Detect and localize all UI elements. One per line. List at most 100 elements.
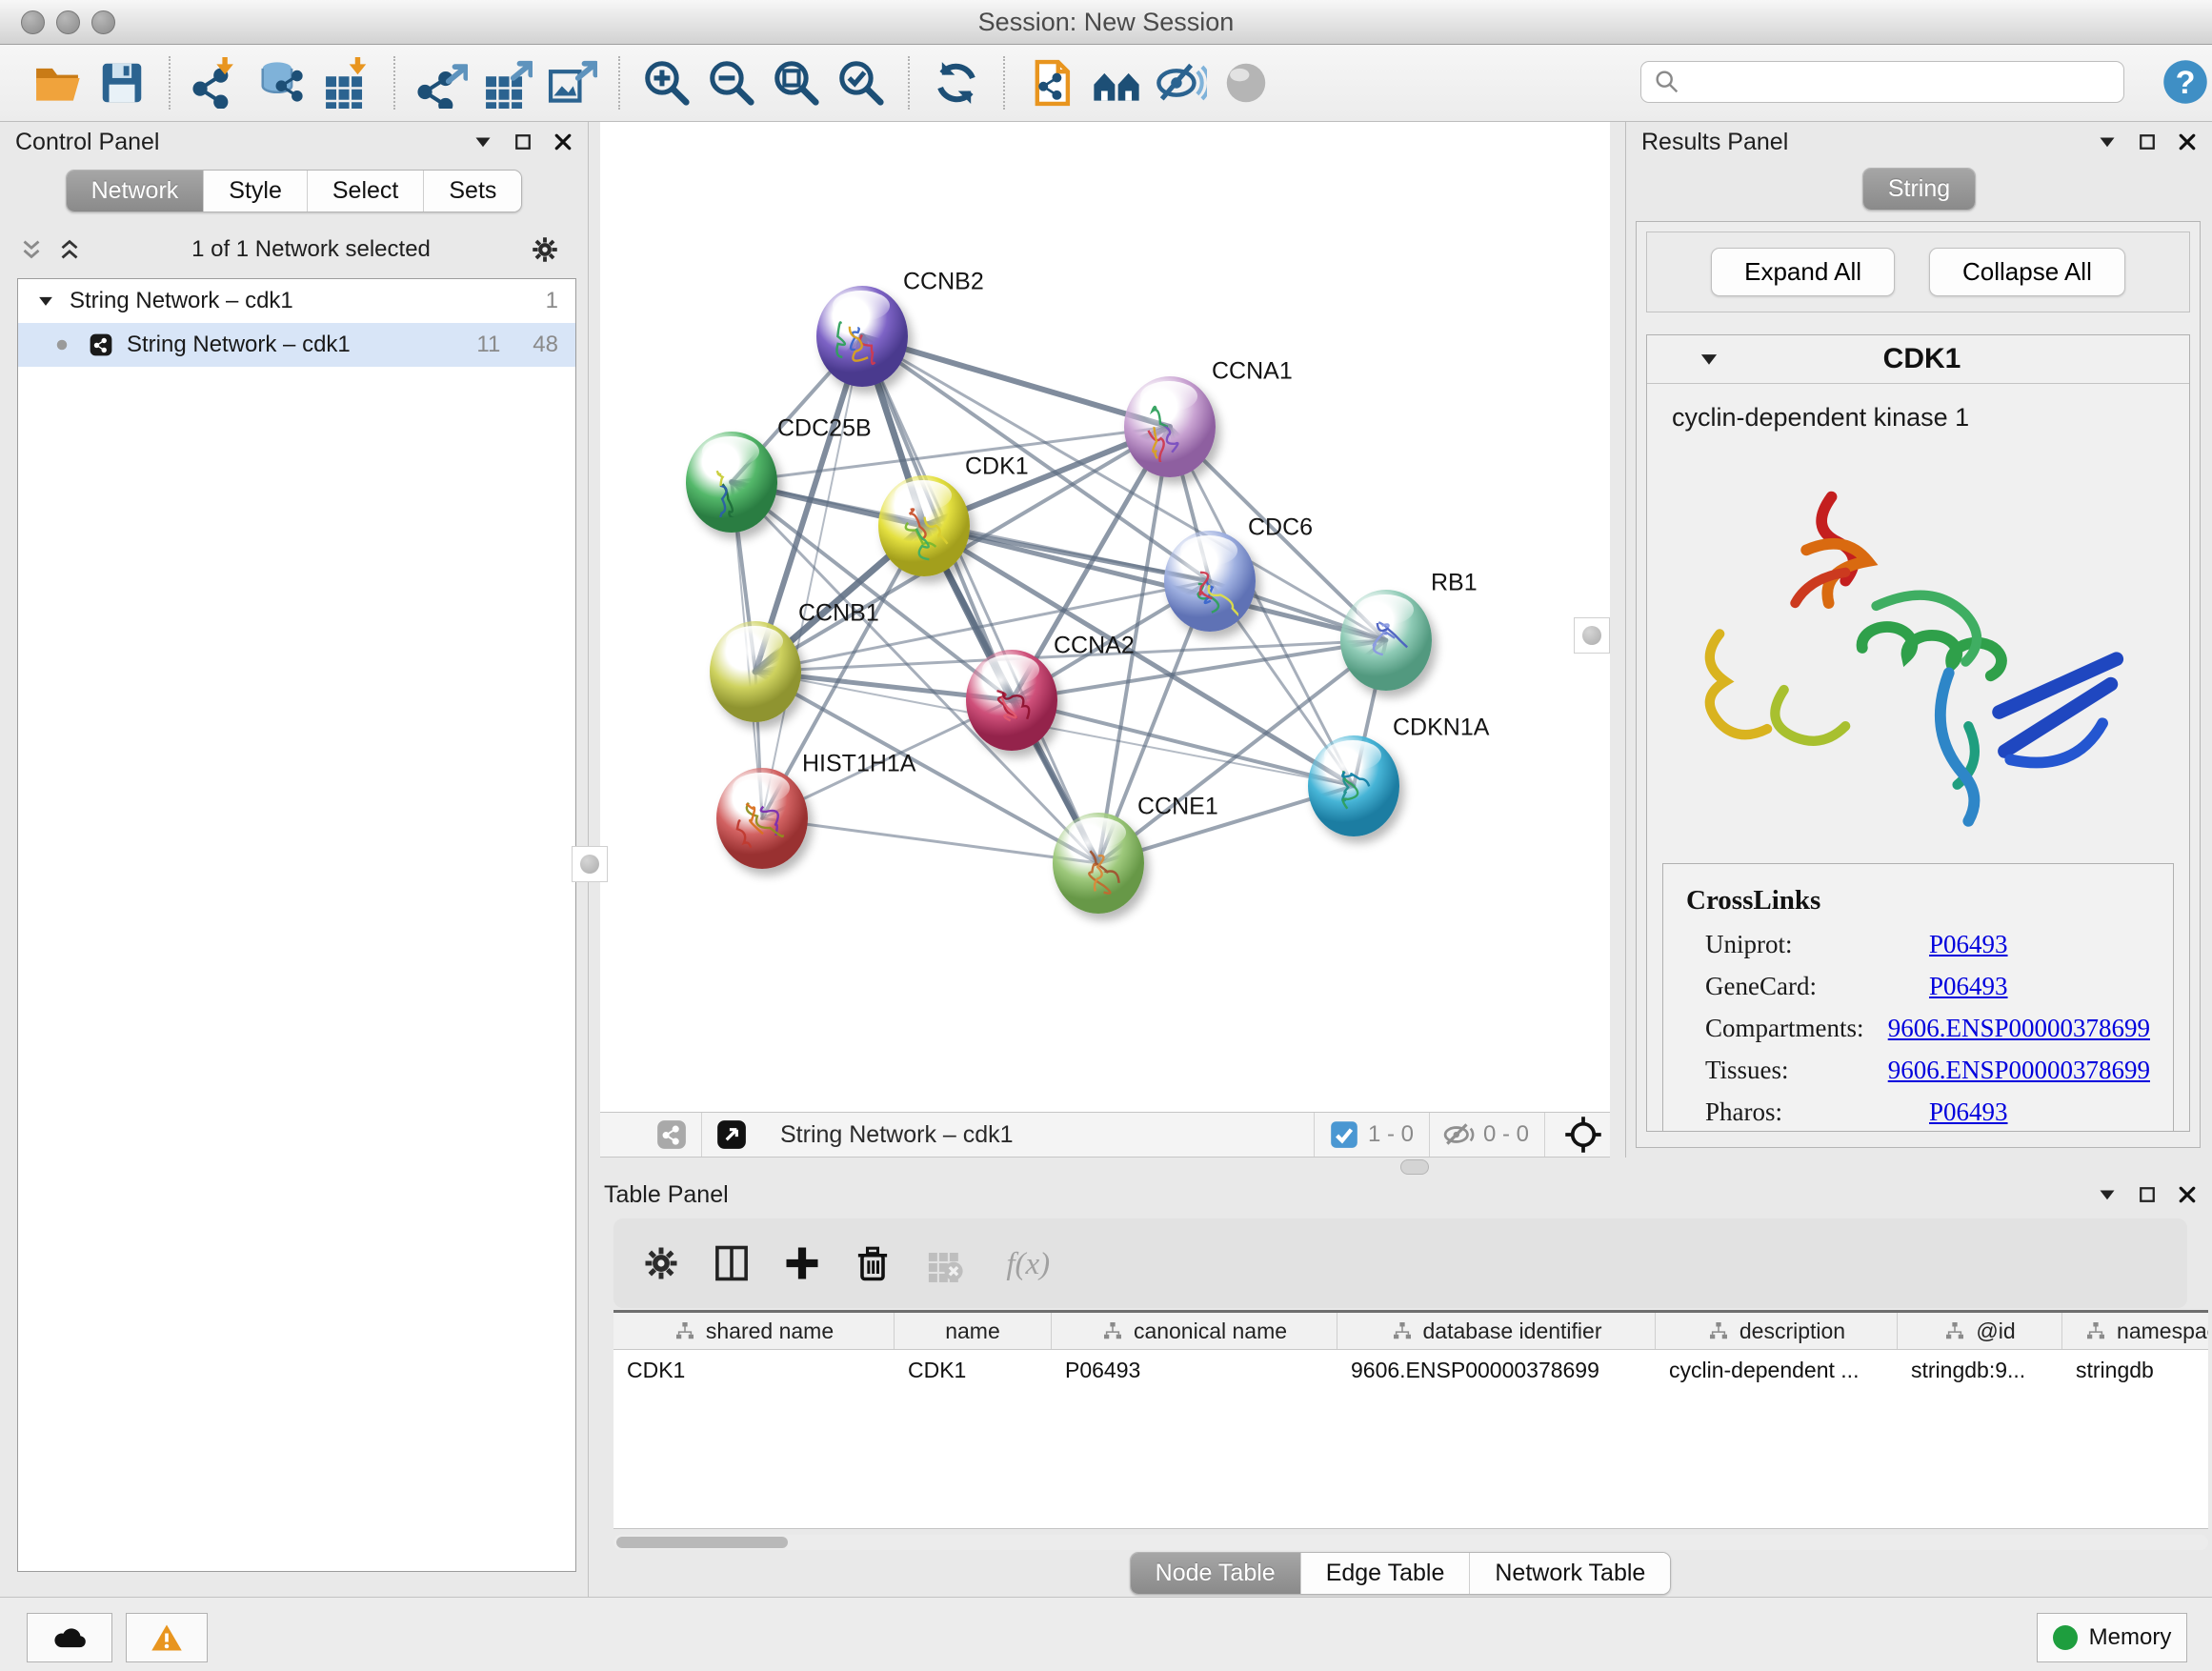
table-panel-float-icon[interactable] bbox=[2136, 1183, 2159, 1206]
close-window-button[interactable] bbox=[21, 10, 45, 34]
neighbors-icon[interactable] bbox=[1091, 57, 1142, 109]
grid-icon[interactable] bbox=[608, 1118, 640, 1151]
zoom-fit-icon[interactable] bbox=[771, 57, 822, 109]
control-panel-title: Control Panel bbox=[15, 129, 159, 156]
control-panel-tab-sets[interactable]: Sets bbox=[423, 171, 521, 211]
network-node-cdc25b[interactable] bbox=[686, 432, 777, 533]
export-table-icon[interactable] bbox=[481, 57, 533, 109]
eye-slash-icon bbox=[1443, 1118, 1476, 1151]
network-options-gear-icon[interactable] bbox=[529, 233, 561, 266]
save-icon[interactable] bbox=[96, 57, 148, 109]
memory-button[interactable]: Memory bbox=[2037, 1613, 2187, 1662]
column-header-shared-name[interactable]: shared name bbox=[613, 1313, 895, 1349]
left-divider-handle[interactable] bbox=[572, 846, 608, 882]
network-tree-row[interactable]: String Network – cdk11 bbox=[18, 279, 575, 323]
control-panel-tab-network[interactable]: Network bbox=[67, 171, 204, 211]
network-node-ccnb1[interactable] bbox=[710, 621, 801, 722]
crosshair-icon[interactable] bbox=[1564, 1116, 1602, 1154]
expand-all-button[interactable]: Expand All bbox=[1711, 248, 1895, 296]
control-panel-float-icon[interactable] bbox=[512, 131, 534, 153]
table-tab-edge-table[interactable]: Edge Table bbox=[1300, 1553, 1470, 1594]
crosslink-link[interactable]: P06493 bbox=[1929, 972, 2008, 1001]
table-horizontal-scrollbar[interactable] bbox=[613, 1535, 2208, 1550]
table-tab-node-table[interactable]: Node Table bbox=[1131, 1553, 1300, 1594]
column-header-label: namespace bbox=[2117, 1319, 2208, 1344]
column-header-id[interactable]: @id bbox=[1898, 1313, 2062, 1349]
bottom-divider-handle[interactable] bbox=[1400, 1159, 1429, 1175]
crosslink-label: GeneCard: bbox=[1705, 972, 1929, 1001]
import-database-icon[interactable] bbox=[256, 57, 308, 109]
column-header-namespace[interactable]: namespace bbox=[2062, 1313, 2208, 1349]
zoom-out-icon[interactable] bbox=[706, 57, 757, 109]
results-panel-tab-string[interactable]: String bbox=[1863, 169, 1975, 210]
column-header-database-identifier[interactable]: database identifier bbox=[1337, 1313, 1656, 1349]
table-panel-collapse-icon[interactable] bbox=[2096, 1183, 2119, 1206]
search-input[interactable] bbox=[1689, 68, 2123, 96]
import-table-icon[interactable] bbox=[321, 57, 372, 109]
scrollbar-thumb[interactable] bbox=[616, 1537, 788, 1548]
warnings-button[interactable] bbox=[126, 1613, 208, 1662]
columns-icon[interactable] bbox=[711, 1242, 753, 1284]
crosslink-link[interactable]: P06493 bbox=[1929, 930, 2008, 959]
crosslink-link[interactable]: 9606.ENSP00000378699 bbox=[1888, 1014, 2150, 1043]
results-panel-title: Results Panel bbox=[1641, 129, 1788, 156]
zoom-selected-icon[interactable] bbox=[835, 57, 887, 109]
network-canvas[interactable]: CCNB2CCNA1CDC25BCDK1CDC6RB1CCNB1CCNA2CDK… bbox=[600, 122, 1610, 1112]
window-title: Session: New Session bbox=[978, 8, 1235, 37]
column-header-name[interactable]: name bbox=[895, 1313, 1052, 1349]
trash-icon[interactable] bbox=[852, 1242, 894, 1284]
network-node-ccna1[interactable] bbox=[1124, 376, 1216, 477]
network-node-cdkn1a[interactable] bbox=[1308, 735, 1399, 836]
share-gray-icon[interactable] bbox=[655, 1118, 688, 1151]
collapse-all-icon[interactable] bbox=[17, 235, 46, 264]
table-tab-network-table[interactable]: Network Table bbox=[1469, 1553, 1670, 1594]
fx-icon: f(x) bbox=[993, 1242, 1059, 1284]
checkbox-icon[interactable] bbox=[1328, 1118, 1360, 1151]
crosslink-link[interactable]: P06493 bbox=[1929, 1097, 2008, 1127]
help-icon[interactable]: ? bbox=[2161, 57, 2210, 107]
collapse-all-button[interactable]: Collapse All bbox=[1929, 248, 2125, 296]
control-panel-tab-select[interactable]: Select bbox=[307, 171, 423, 211]
table-panel-close-icon[interactable] bbox=[2176, 1183, 2199, 1206]
right-divider-handle[interactable] bbox=[1574, 617, 1610, 654]
hide-eye-icon[interactable] bbox=[1156, 57, 1207, 109]
table-row[interactable]: CDK1CDK1P064939606.ENSP00000378699cyclin… bbox=[613, 1350, 2208, 1390]
results-panel-collapse-icon[interactable] bbox=[2096, 131, 2119, 153]
tree-expand-icon[interactable] bbox=[35, 291, 56, 312]
gear-icon[interactable] bbox=[640, 1242, 682, 1284]
export-network-icon[interactable] bbox=[416, 57, 468, 109]
sphere-icon[interactable] bbox=[1220, 57, 1272, 109]
results-panel-float-icon[interactable] bbox=[2136, 131, 2159, 153]
network-node-rb1[interactable] bbox=[1340, 590, 1432, 691]
column-header-canonical-name[interactable]: canonical name bbox=[1052, 1313, 1337, 1349]
import-network-icon[interactable] bbox=[191, 57, 243, 109]
network-node-ccna2[interactable] bbox=[966, 650, 1057, 751]
selected-nodes-edges-count: 1 - 0 bbox=[1368, 1121, 1414, 1148]
control-panel-close-icon[interactable] bbox=[552, 131, 574, 153]
doc-share-icon[interactable] bbox=[1026, 57, 1077, 109]
network-node-hist1h1a[interactable] bbox=[716, 768, 808, 869]
network-node-cdc6[interactable] bbox=[1164, 531, 1256, 632]
open-folder-icon[interactable] bbox=[31, 57, 83, 109]
plus-icon[interactable] bbox=[781, 1242, 823, 1284]
expand-all-icon[interactable] bbox=[55, 235, 84, 264]
refresh-icon[interactable] bbox=[931, 57, 982, 109]
network-node-cdk1[interactable] bbox=[878, 475, 970, 576]
cloud-button[interactable] bbox=[27, 1613, 112, 1662]
network-tree-row[interactable]: String Network – cdk11148 bbox=[18, 323, 575, 367]
control-panel-tab-style[interactable]: Style bbox=[203, 171, 307, 211]
network-node-ccne1[interactable] bbox=[1053, 813, 1144, 914]
crosslink-link[interactable]: 9606.ENSP00000378699 bbox=[1888, 1056, 2150, 1085]
gene-section-header[interactable]: CDK1 bbox=[1647, 335, 2189, 384]
column-header-description[interactable]: description bbox=[1656, 1313, 1898, 1349]
birdseye-icon[interactable] bbox=[715, 1118, 748, 1151]
zoom-in-icon[interactable] bbox=[641, 57, 693, 109]
network-node-ccnb2[interactable] bbox=[816, 286, 908, 387]
column-header-label: canonical name bbox=[1134, 1319, 1287, 1344]
minimize-window-button[interactable] bbox=[56, 10, 80, 34]
export-image-icon[interactable] bbox=[546, 57, 597, 109]
section-collapse-triangle-icon[interactable] bbox=[1697, 347, 1721, 372]
control-panel-collapse-icon[interactable] bbox=[472, 131, 494, 153]
maximize-window-button[interactable] bbox=[91, 10, 115, 34]
results-panel-close-icon[interactable] bbox=[2176, 131, 2199, 153]
